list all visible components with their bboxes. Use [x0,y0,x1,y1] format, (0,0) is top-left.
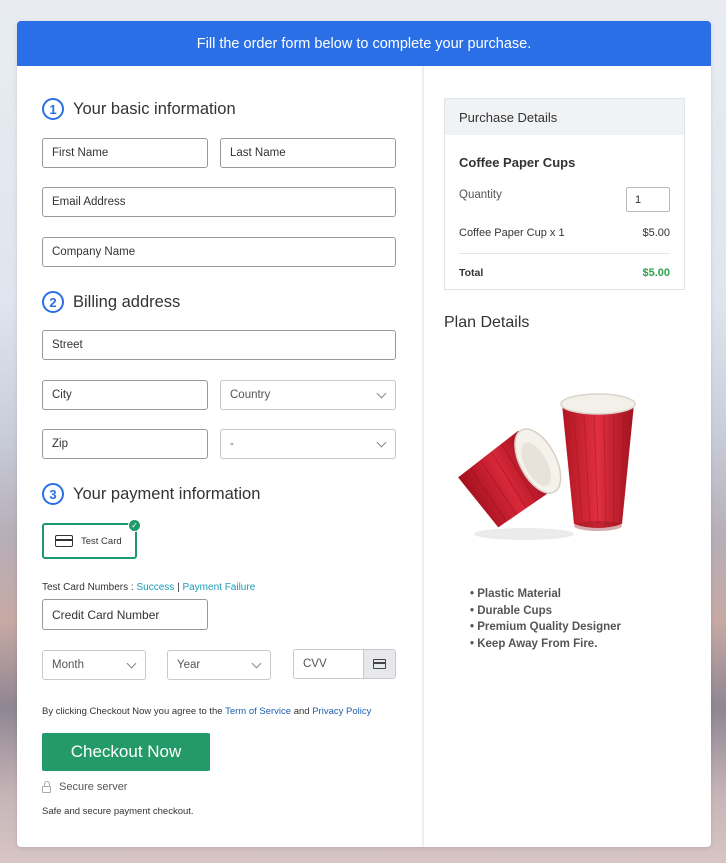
total-row: Total $5.00 [459,267,670,279]
chevron-down-icon [251,658,262,668]
step-number-1: 1 [42,98,64,120]
chevron-down-icon [376,388,387,398]
month-select-value: Month [52,659,84,671]
form-panel: 1 Your basic information First Name Last… [17,66,422,847]
checkout-button[interactable]: Checkout Now [42,733,210,771]
card-icon [373,659,386,669]
line-item: Coffee Paper Cup x 1 $5.00 [459,227,670,239]
email-input[interactable]: Email Address [42,187,396,217]
line-item-price: $5.00 [642,227,670,239]
section-payment: 3 Your payment information [42,483,260,505]
country-select[interactable]: Country [220,380,396,410]
terms-and: and [293,706,310,717]
purchase-details-box: Purchase Details Coffee Paper Cups Quant… [444,98,685,290]
feature-item: Plastic Material [470,586,621,603]
summary-panel: Purchase Details Coffee Paper Cups Quant… [424,66,711,847]
section-basic-info: 1 Your basic information [42,98,236,120]
total-label: Total [459,267,484,279]
quantity-label: Quantity [459,189,502,201]
plan-features-list: Plastic Material Durable Cups Premium Qu… [470,586,621,652]
total-amount: $5.00 [642,267,670,279]
terms-text: By clicking Checkout Now you agree to th… [42,706,371,717]
feature-item: Premium Quality Designer [470,619,621,636]
payment-failure-link[interactable]: Payment Failure [182,582,255,593]
link-separator: | [177,582,180,593]
plan-details-title: Plan Details [444,314,530,331]
coffee-cups-image [458,393,636,540]
country-select-value: Country [230,389,271,401]
cvv-input[interactable]: CVV [293,649,396,679]
state-select[interactable]: - [220,429,396,459]
line-item-name: Coffee Paper Cup x 1 [459,227,565,239]
test-card-numbers: Test Card Numbers : Success | Payment Fa… [42,582,255,593]
section-billing-title: Billing address [73,292,181,311]
feature-item: Keep Away From Fire. [470,636,621,653]
cvv-placeholder: CVV [303,658,327,670]
check-icon: ✓ [128,519,141,532]
header-banner: Fill the order form below to complete yo… [17,21,711,66]
year-select-value: Year [177,659,201,671]
secure-server: Secure server [42,780,128,793]
card-number-input[interactable]: Credit Card Number [42,599,208,630]
success-link[interactable]: Success [136,582,174,593]
cvv-help-button[interactable] [363,650,395,678]
safe-checkout-note: Safe and secure payment checkout. [42,806,194,817]
year-select[interactable]: Year [167,650,271,680]
quantity-input[interactable]: 1 [626,187,670,212]
section-basic-title: Your basic information [73,99,236,118]
secure-server-label: Secure server [59,781,128,793]
chevron-down-icon [126,658,137,668]
banner-text: Fill the order form below to complete yo… [196,35,532,52]
feature-item: Durable Cups [470,603,621,620]
test-card-numbers-label: Test Card Numbers : [42,582,134,593]
purchase-details-header: Purchase Details [445,99,684,135]
chevron-down-icon [376,437,387,447]
step-number-2: 2 [42,291,64,313]
street-input[interactable]: Street [42,330,396,360]
company-input[interactable]: Company Name [42,237,396,267]
test-card-option[interactable]: Test Card ✓ [42,519,141,559]
zip-input[interactable]: Zip [42,429,208,459]
privacy-policy-link[interactable]: Privacy Policy [312,706,371,717]
credit-card-icon [55,535,73,547]
divider [459,253,670,254]
section-payment-title: Your payment information [73,484,261,503]
last-name-input[interactable]: Last Name [220,138,396,168]
state-select-value: - [230,438,234,450]
city-input[interactable]: City [42,380,208,410]
test-card-label: Test Card [81,535,122,547]
terms-of-service-link[interactable]: Term of Service [225,706,291,717]
first-name-input[interactable]: First Name [42,138,208,168]
lock-icon [42,780,51,793]
terms-prefix: By clicking Checkout Now you agree to th… [42,706,223,717]
order-form-card: Fill the order form below to complete yo… [17,21,711,847]
month-select[interactable]: Month [42,650,146,680]
step-number-3: 3 [42,483,64,505]
product-name: Coffee Paper Cups [459,155,576,170]
section-billing: 2 Billing address [42,291,180,313]
